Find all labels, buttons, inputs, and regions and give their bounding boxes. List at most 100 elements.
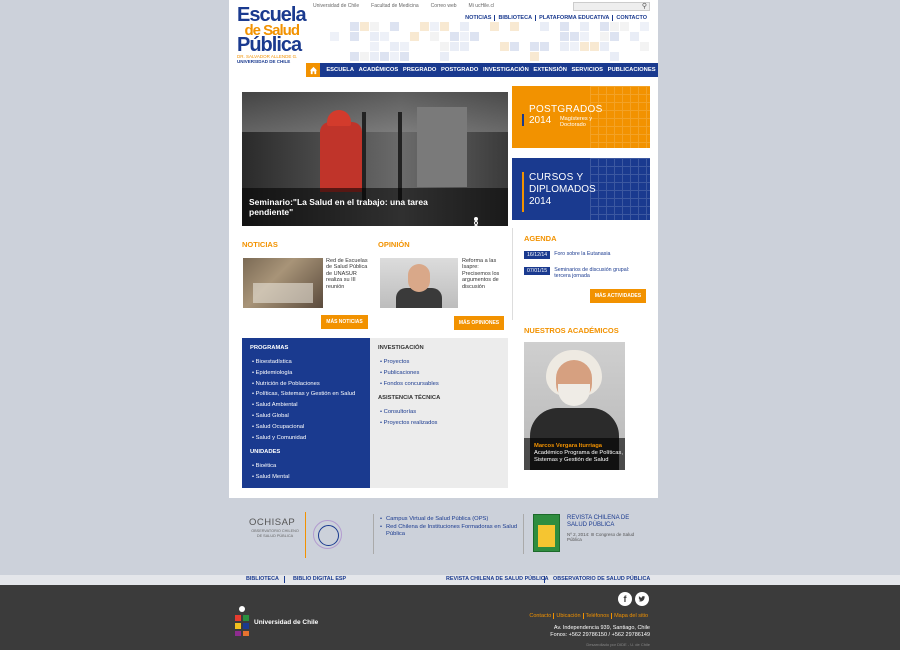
ochisap-emblem-icon[interactable] [313, 520, 342, 549]
promo-grid-deco [590, 158, 650, 220]
mas-opiniones-button[interactable]: MÁS OPINIONES [454, 316, 504, 330]
facebook-icon[interactable]: f [618, 592, 632, 606]
unidad-item[interactable]: Salud Mental [252, 472, 290, 483]
programa-item[interactable]: Políticas, Sistemas y Gestión en Salud [252, 389, 356, 400]
agenda-date: 16/12/14 [524, 251, 551, 259]
util-link-medicina[interactable]: Facultad de Medicina [371, 3, 419, 9]
opinion-title[interactable]: OPINIÓN [378, 240, 410, 249]
logo-line-5: UNIVERSIDAD DE CHILE [237, 59, 291, 64]
quick-link-noticias[interactable]: NOTICIAS [462, 15, 494, 21]
main-nav: ESCUELA ACADÉMICOS PREGRADO POSTGRADO IN… [306, 63, 658, 77]
header-mosaic [330, 22, 655, 62]
util-link-correo[interactable]: Correo web [431, 3, 457, 9]
noticias-image[interactable] [243, 258, 323, 308]
utility-bar: Universidad de Chile Facultad de Medicin… [313, 3, 494, 9]
mosaic-tile [610, 22, 619, 31]
programa-item[interactable]: Salud Ocupacional [252, 422, 355, 433]
asistencia-item[interactable]: Proyectos realizados [380, 418, 438, 429]
programa-item[interactable]: Epidemiología [252, 368, 355, 379]
quick-link-plataforma[interactable]: PLATAFORMA EDUCATIVA [535, 15, 612, 21]
mosaic-tile [400, 42, 409, 51]
quick-link-contacto[interactable]: CONTACTO [612, 15, 650, 21]
promo-cursos[interactable]: CURSOS Y DIPLOMADOS 2014 [512, 158, 650, 220]
util-link-miuchile[interactable]: Mi ucHile.cl [469, 3, 495, 9]
unidades-title: UNIDADES [250, 449, 281, 455]
noticias-title[interactable]: NOTICIAS [242, 240, 278, 249]
mosaic-tile [440, 52, 449, 61]
footer-link-mapa[interactable]: Mapa del sitio [611, 613, 650, 619]
unidades-list: Bioética Salud Mental [252, 461, 290, 483]
investigacion-item[interactable]: Proyectos [380, 357, 439, 368]
external-link-campus[interactable]: Campus Virtual de Salud Pública (OPS) [380, 516, 520, 523]
mosaic-tile [440, 42, 449, 51]
programa-item[interactable]: Salud Ambiental [252, 400, 355, 411]
nav-academicos[interactable]: ACADÉMICOS [359, 67, 399, 73]
revista-title[interactable]: REVISTA CHILENA DE SALUD PÚBLICA [567, 515, 637, 529]
home-icon[interactable] [306, 63, 320, 77]
promo-cursos-year: 2014 [529, 196, 552, 207]
mosaic-tile [570, 42, 579, 51]
mosaic-tile [560, 22, 569, 31]
footer-strip-revista[interactable]: REVISTA CHILENA DE SALUD PÚBLICA [446, 576, 549, 582]
agenda-label[interactable]: Foro sobre la Eutanasia [554, 251, 634, 257]
mosaic-tile [530, 42, 539, 51]
opinion-image[interactable] [380, 258, 458, 308]
agenda-date: 07/01/15 [524, 267, 551, 275]
slider-dot-4[interactable] [474, 229, 478, 233]
agenda-title[interactable]: AGENDA [524, 234, 557, 243]
mas-actividades-button[interactable]: MÁS ACTIVIDADES [590, 289, 646, 303]
footer-strip-biblio-digital[interactable]: BIBLIO DIGITAL ESP [293, 576, 346, 582]
mosaic-tile [530, 52, 539, 61]
revista-cover[interactable] [533, 514, 560, 552]
programa-item[interactable]: Bioestadística [252, 357, 355, 368]
ochisap-logo[interactable]: OCHISAP OBSERVATORIO CHILENO DE SALUD PÚ… [249, 517, 301, 538]
nav-servicios[interactable]: SERVICIOS [572, 67, 603, 73]
promo-postgrados[interactable]: POSTGRADOS 2014 Magísteres y Doctorado [512, 86, 650, 148]
nav-pregrado[interactable]: PREGRADO [403, 67, 437, 73]
promo-postgrados-sub: Magísteres y Doctorado [560, 116, 593, 128]
agenda-item[interactable]: 16/12/14 Foro sobre la Eutanasia [524, 251, 634, 259]
twitter-icon[interactable] [635, 592, 649, 606]
unidad-item[interactable]: Bioética [252, 461, 289, 472]
programa-item[interactable]: Salud Global [252, 411, 355, 422]
nav-investigacion[interactable]: INVESTIGACIÓN [483, 67, 529, 73]
footer-strip-observatorio[interactable]: OBSERVATORIO DE SALUD PÚBLICA [553, 576, 650, 582]
investigacion-item[interactable]: Fondos concursables [380, 379, 439, 390]
academicos-title[interactable]: NUESTROS ACADÉMICOS [524, 326, 619, 335]
search-icon[interactable]: ⚲ [642, 3, 647, 11]
util-link-uchile[interactable]: Universidad de Chile [313, 3, 359, 9]
asistencia-item[interactable]: Consultorías [380, 407, 437, 418]
footer-link-contacto[interactable]: Contacto [527, 613, 553, 619]
external-link-red[interactable]: Red Chilena de Instituciones Formadoras … [380, 524, 520, 537]
opinion-text[interactable]: Reforma a las Isapre: Precisemos los arg… [462, 258, 506, 290]
footer-strip-biblioteca[interactable]: BIBLIOTECA [246, 576, 279, 582]
programa-item[interactable]: Nutrición de Poblaciones [252, 379, 355, 390]
hero-slider[interactable]: Seminario:"La Salud en el trabajo: una t… [242, 92, 508, 226]
footer-link-telefonos[interactable]: Teléfonos [582, 613, 612, 619]
mosaic-tile [600, 22, 609, 31]
agenda-label[interactable]: Seminarios de discusión grupal: tercera … [554, 267, 634, 279]
academico-name[interactable]: Marcos Vergara Iturriaga [534, 443, 602, 449]
programa-item[interactable]: Salud y Comunidad [252, 433, 355, 444]
search-input[interactable]: ⚲ [573, 2, 650, 11]
hero-caption[interactable]: Seminario:"La Salud en el trabajo: una t… [249, 197, 469, 217]
nav-extension[interactable]: EXTENSIÓN [533, 67, 567, 73]
mosaic-tile [640, 42, 649, 51]
uchile-name[interactable]: Universidad de Chile [254, 619, 318, 626]
revista-desc: Nº 2, 2014: III Congreso de Salud Públic… [567, 532, 635, 543]
noticias-text[interactable]: Red de Escuelas de Salud Pública de UNAS… [326, 258, 370, 290]
nav-escuela[interactable]: ESCUELA [326, 67, 354, 73]
footer-strip-separator [544, 576, 545, 583]
external-links: Campus Virtual de Salud Pública (OPS) Re… [380, 516, 520, 539]
mas-noticias-button[interactable]: MÁS NOTICIAS [321, 315, 368, 329]
quick-link-biblioteca[interactable]: BIBLIOTECA [494, 15, 535, 21]
mosaic-tile [420, 22, 429, 31]
mosaic-tile [350, 52, 359, 61]
nav-publicaciones[interactable]: PUBLICACIONES [608, 67, 656, 73]
agenda-item[interactable]: 07/01/15 Seminarios de discusión grupal:… [524, 267, 634, 279]
footer-link-ubicacion[interactable]: Ubicación [553, 613, 582, 619]
investigacion-item[interactable]: Publicaciones [380, 368, 439, 379]
uchile-emblem-icon[interactable] [234, 603, 250, 637]
site-logo[interactable]: Escuela de Salud Pública DR. SALVADOR AL… [237, 5, 307, 64]
nav-postgrado[interactable]: POSTGRADO [441, 67, 478, 73]
